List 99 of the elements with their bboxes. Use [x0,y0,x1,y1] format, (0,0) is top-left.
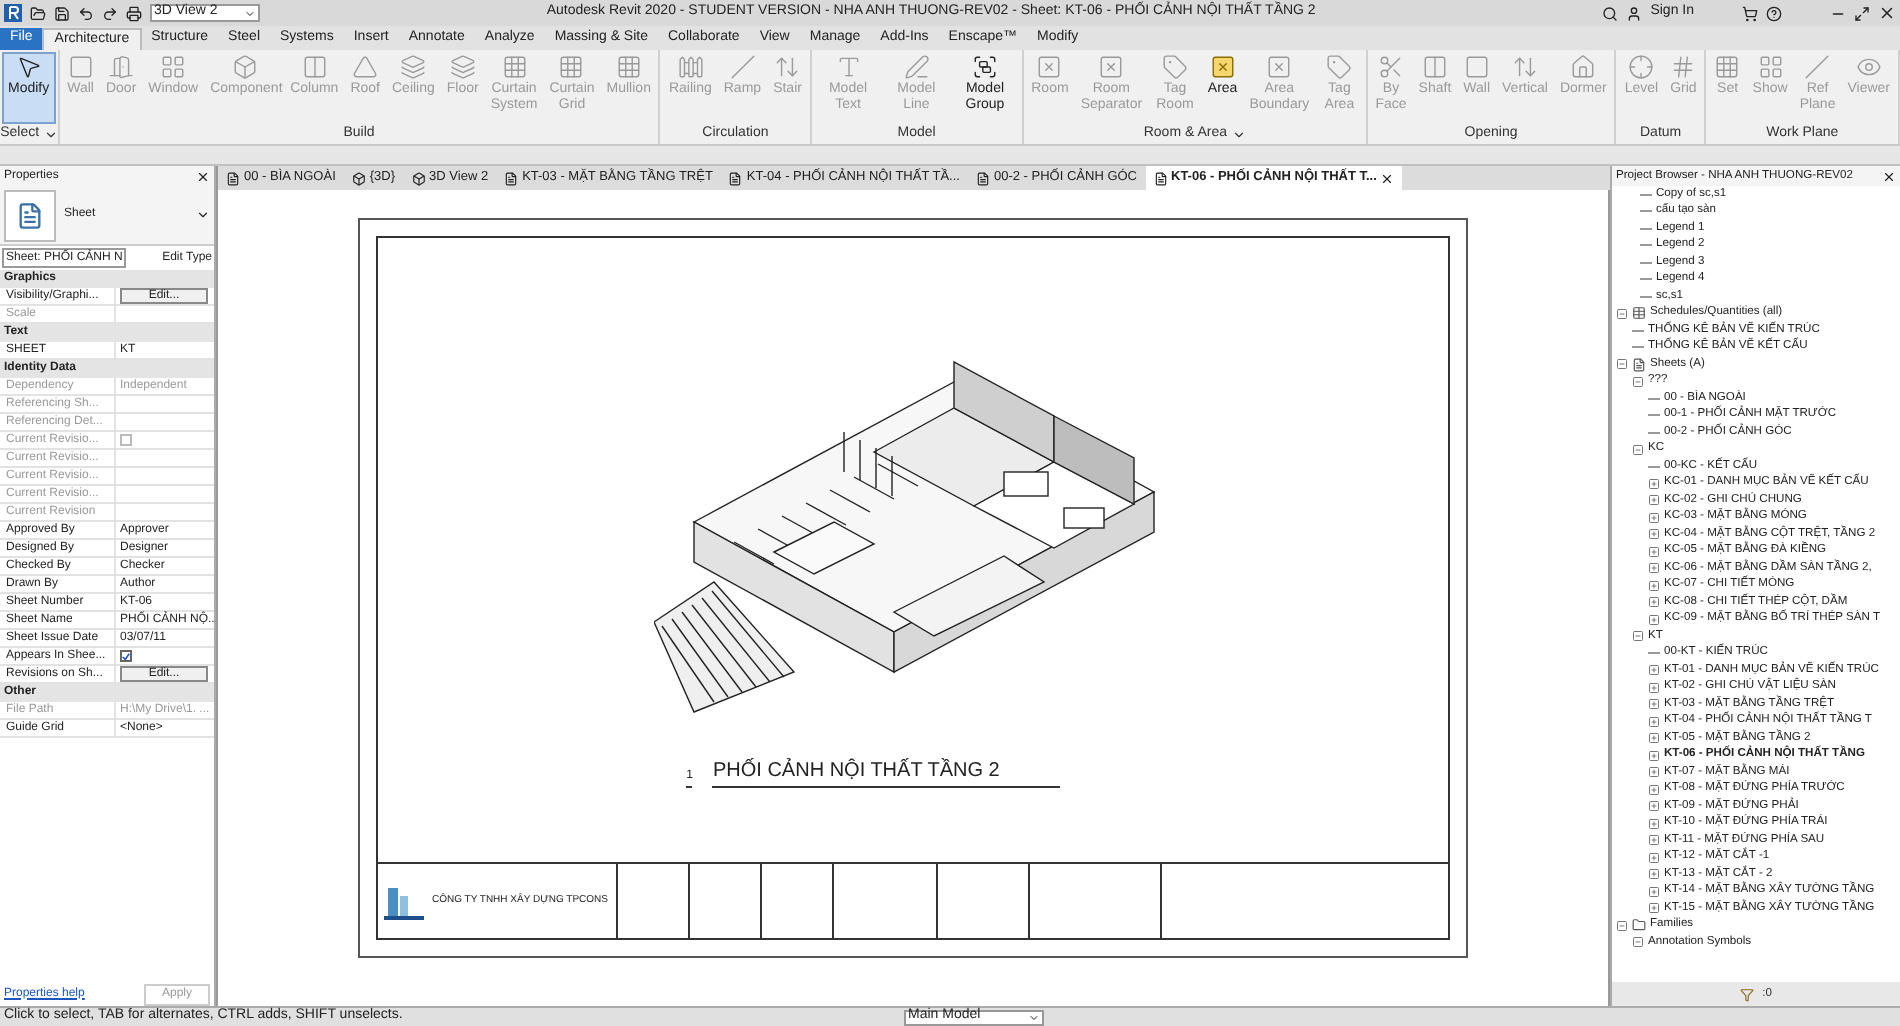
line-icon [903,54,930,80]
user-icon[interactable] [1626,5,1643,21]
collapse-icon[interactable] [1632,443,1644,456]
wall-icon [1463,54,1490,80]
expand-icon[interactable] [1648,562,1660,575]
expand-icon[interactable] [1648,681,1660,694]
sheet-icon [1153,171,1167,185]
expand-icon[interactable] [1648,749,1660,762]
expand-icon[interactable] [1648,868,1660,881]
folder-icon [1632,918,1646,933]
collapse-icon[interactable] [1616,919,1628,932]
expand-icon[interactable] [1648,511,1660,524]
roof-icon [352,54,379,80]
cart-icon[interactable] [1742,5,1758,21]
room-icon [1098,54,1125,80]
layers-icon [400,54,427,80]
ramp-icon [729,54,756,80]
cursor-icon [15,54,42,80]
expand-icon[interactable] [1648,766,1660,779]
help-icon[interactable] [1766,5,1782,21]
collapse-icon[interactable] [1616,307,1628,320]
close-icon[interactable] [196,169,210,183]
wall-icon [67,54,94,80]
grid-icon [1670,54,1697,80]
dropdown-icon[interactable] [1231,127,1245,141]
redo-icon[interactable] [102,5,118,21]
collapse-icon[interactable] [1632,936,1644,949]
print-icon[interactable] [126,5,142,21]
expand-icon[interactable] [1648,545,1660,558]
group-icon [971,54,998,80]
search-icon[interactable] [1602,5,1619,21]
expand-icon[interactable] [1648,817,1660,830]
sheet-icon [1632,357,1646,372]
area-icon [1209,54,1236,80]
expand-icon[interactable] [1648,732,1660,745]
eye-icon [1855,54,1882,80]
cut-icon [1378,54,1405,80]
window-icon [160,54,187,80]
restore-icon[interactable] [1854,5,1870,21]
expand-icon[interactable] [1648,477,1660,490]
column-icon [301,54,328,80]
tag-icon [1161,54,1188,80]
caret-icon [1028,1011,1040,1023]
vertical-icon [1512,54,1538,80]
expand-icon[interactable] [1648,579,1660,592]
dormer-icon [1570,54,1597,80]
expand-icon[interactable] [1648,698,1660,711]
dropdown-icon[interactable] [43,127,58,141]
sheet-icon [975,171,990,185]
grid-icon [558,54,585,80]
collapse-icon[interactable] [1632,375,1644,388]
grid-icon [615,54,642,80]
cube-icon [351,171,366,185]
expand-icon[interactable] [1648,834,1660,847]
collapse-icon[interactable] [1632,630,1644,643]
open-icon[interactable] [30,5,46,21]
view-title: PHỐI CẢNH NỘI THẤT TẦNG 2 [712,756,1060,788]
close-icon[interactable] [1882,169,1896,183]
door-icon [108,54,135,80]
floor-icon [449,54,476,80]
box-icon [231,54,258,80]
shaft-icon [1421,54,1448,80]
plane-icon [1804,54,1831,80]
expand-icon[interactable] [1648,851,1660,864]
expand-icon[interactable] [1648,596,1660,609]
railing-icon [677,54,704,80]
cube-icon [411,171,426,185]
expand-icon[interactable] [1648,664,1660,677]
grid-icon [1714,54,1741,80]
level-icon [1628,54,1655,80]
expand-icon[interactable] [1648,613,1660,626]
sheet-icon [728,171,743,185]
close-icon[interactable] [1878,4,1896,22]
stair-icon [774,54,801,80]
collapse-icon[interactable] [1616,358,1628,371]
expand-icon[interactable] [1648,783,1660,796]
close-icon[interactable] [1380,171,1395,185]
grid-icon [1757,54,1784,80]
table-icon [1632,306,1646,321]
grid-icon [501,54,528,80]
tag-icon [1326,54,1353,80]
sheet-icon [226,171,240,185]
room-icon [1036,54,1063,80]
expand-icon[interactable] [1648,885,1660,898]
caret-icon [244,7,256,19]
sheet-icon [504,171,519,185]
expand-icon[interactable] [1648,715,1660,728]
undo-icon[interactable] [78,5,94,21]
save-icon[interactable] [54,5,70,21]
expand-icon[interactable] [1648,902,1660,915]
filter-icon[interactable] [1740,987,1755,1001]
area-icon [1266,54,1293,80]
expand-icon[interactable] [1648,800,1660,813]
text-icon [835,54,861,80]
checkbox[interactable] [120,650,132,662]
expand-icon[interactable] [1648,528,1660,541]
app-logo-icon [4,4,22,22]
dropdown-icon[interactable] [196,208,210,222]
expand-icon[interactable] [1648,494,1660,507]
